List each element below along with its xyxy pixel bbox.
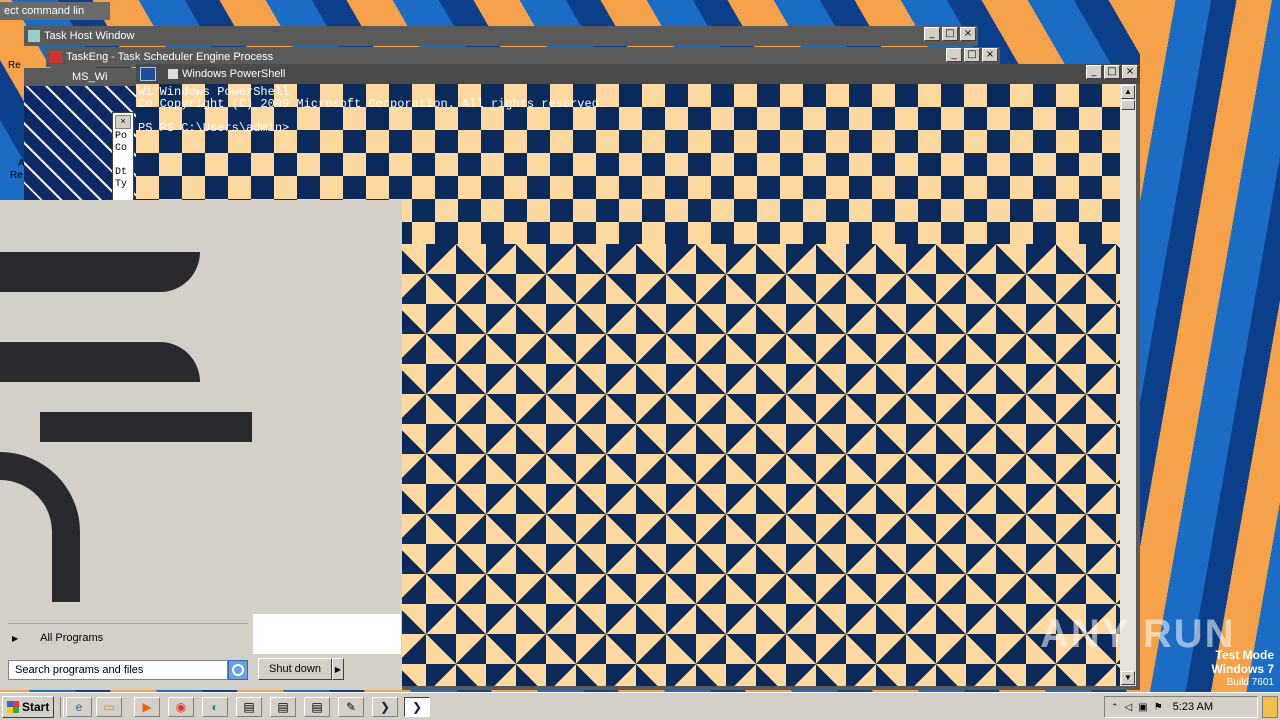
start-menu-programs-panel	[0, 232, 252, 622]
window-icon	[168, 69, 178, 79]
windows-logo-icon	[7, 701, 19, 713]
test-mode-label: Test Mode	[1215, 648, 1274, 662]
console-line: Dt	[115, 167, 128, 178]
volume-icon[interactable]: ◁	[1125, 702, 1133, 713]
explorer-icon[interactable]: ▭	[96, 697, 122, 717]
vertical-scrollbar[interactable]: ▲ ▼	[1120, 84, 1136, 686]
shutdown-options-button[interactable]: ▶	[332, 658, 344, 680]
window-icon[interactable]: ▤	[270, 697, 296, 717]
notepad-icon[interactable]: ✎	[338, 697, 364, 717]
close-button[interactable]: ×	[1122, 65, 1138, 79]
distorted-stripe	[0, 342, 200, 382]
distorted-stripe	[0, 252, 200, 292]
flag-icon[interactable]: ⚑	[1154, 702, 1163, 713]
anyrun-watermark: ANY RUN	[1040, 612, 1236, 656]
desktop-icon-label[interactable]: Re	[8, 60, 21, 71]
edge-icon[interactable]: ◐	[202, 697, 228, 717]
desktop-right-pattern	[1140, 0, 1280, 692]
cmd-window-titlebar[interactable]: ect command lin	[0, 2, 110, 20]
console-line: Co	[115, 143, 128, 154]
search-button[interactable]	[228, 660, 248, 680]
chrome-icon[interactable]: ◉	[168, 697, 194, 717]
close-icon[interactable]: ×	[115, 115, 131, 129]
desktop-icon-label[interactable]: Re	[10, 170, 23, 181]
console-line: Co Copyright (C) 2009 Microsoft Corporat…	[138, 97, 607, 111]
maximize-button[interactable]: □	[942, 27, 958, 41]
window-icon[interactable]: ▤	[304, 697, 330, 717]
scroll-up-button[interactable]: ▲	[1121, 85, 1135, 99]
close-button[interactable]: ×	[982, 48, 998, 62]
window-title: TaskEng - Task Scheduler Engine Process	[66, 51, 274, 63]
search-input[interactable]: Search programs and files	[8, 660, 228, 680]
start-menu-right-panel	[253, 614, 401, 654]
arrow-right-icon: ▶	[12, 633, 19, 643]
ms-window-titlebar[interactable]: MS_Wi	[24, 68, 136, 86]
powershell-active-icon[interactable]: ❯	[404, 697, 430, 717]
maximize-button[interactable]: □	[964, 48, 980, 62]
window-title: Windows PowerShell	[182, 68, 286, 80]
search-icon	[232, 664, 244, 676]
powershell-icon[interactable]: ❯	[372, 697, 398, 717]
start-menu-divider	[8, 623, 248, 624]
build-label: Build 7601	[1226, 677, 1274, 688]
all-programs-label: All Programs	[40, 632, 104, 644]
network-icon[interactable]: ▣	[1138, 702, 1147, 713]
maximize-button[interactable]: □	[1104, 65, 1120, 79]
show-desktop-button[interactable]	[1262, 696, 1278, 718]
taskhost-titlebar[interactable]: Task Host Window _ □ ×	[24, 26, 978, 46]
scroll-thumb[interactable]	[1121, 100, 1135, 110]
taskhost-window[interactable]: Task Host Window _ □ ×	[24, 26, 978, 46]
arrow-right-icon: ▶	[334, 664, 342, 674]
window-icon	[50, 51, 62, 63]
window-title: MS_Wi	[72, 71, 108, 83]
shutdown-label: Shut down	[269, 663, 321, 675]
start-label: Start	[22, 700, 50, 714]
console-distortion-pattern	[396, 244, 1120, 686]
shutdown-button[interactable]: Shut down	[258, 658, 332, 680]
system-tray: ⌃ ◁ ▣ ⚑ 5:23 AM	[1104, 696, 1258, 718]
powershell-titlebar[interactable]: Windows PowerShell _ □ ×	[136, 64, 1140, 84]
window-title: ect command lin	[4, 5, 85, 17]
console-prompt[interactable]: PS PS C:\Users\admin>	[138, 122, 606, 134]
minimize-button[interactable]: _	[924, 27, 940, 41]
distorted-stripe	[0, 452, 80, 602]
minimize-button[interactable]: _	[1086, 65, 1102, 79]
media-player-icon[interactable]: ▶	[134, 697, 160, 717]
window-icon[interactable]: ▤	[236, 697, 262, 717]
close-button[interactable]: ×	[960, 27, 976, 41]
os-label: Windows 7	[1211, 662, 1274, 676]
tray-expand-icon[interactable]: ⌃	[1111, 702, 1119, 713]
taskbar: Start e ▭ ▶ ◉ ◐ ▤ ▤ ▤ ✎ ❯ ❯ ⌃ ◁ ▣ ⚑ 5:23…	[0, 692, 1280, 720]
scroll-down-button[interactable]: ▼	[1121, 671, 1135, 685]
taskbar-separator	[60, 697, 64, 717]
ie-icon[interactable]: e	[66, 697, 92, 717]
minimize-button[interactable]: _	[946, 48, 962, 62]
powershell-icon	[140, 67, 156, 81]
console-line: Ty	[115, 179, 128, 190]
clock[interactable]: 5:23 AM	[1173, 701, 1213, 713]
distorted-stripe	[40, 412, 252, 442]
start-button[interactable]: Start	[2, 696, 54, 718]
search-placeholder: Search programs and files	[15, 664, 144, 676]
test-mode-text: Test Mode Windows 7 Build 7601	[1211, 648, 1274, 690]
window-title: Task Host Window	[44, 30, 135, 42]
console-line: Po	[115, 131, 128, 142]
window-icon	[28, 30, 40, 42]
start-menu[interactable]: ▶ All Programs Search programs and files…	[0, 200, 402, 690]
all-programs-item[interactable]: ▶ All Programs	[0, 626, 252, 650]
